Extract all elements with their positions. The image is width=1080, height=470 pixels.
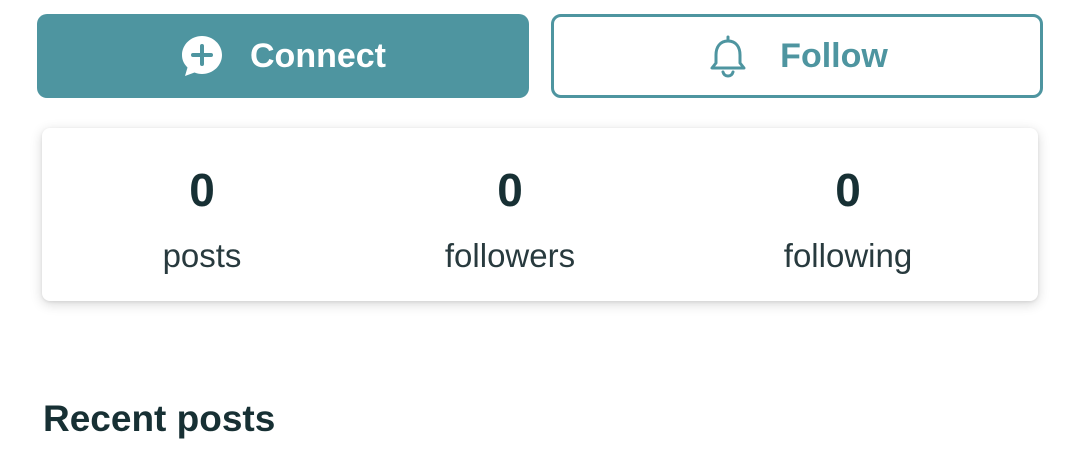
followers-count: 0	[497, 164, 523, 216]
following-label: following	[783, 237, 913, 274]
connect-button[interactable]: Connect	[37, 14, 529, 98]
posts-label: posts	[162, 237, 242, 274]
profile-stats-card: 0 posts 0 followers 0 following	[42, 128, 1038, 301]
posts-count: 0	[189, 164, 215, 216]
stat-followers[interactable]: 0 followers	[380, 128, 640, 301]
following-count: 0	[835, 164, 861, 216]
followers-label: followers	[444, 237, 576, 274]
bell-icon	[706, 34, 750, 78]
recent-posts-heading: Recent posts	[43, 398, 276, 439]
follow-button-label: Follow	[780, 36, 888, 75]
connect-button-label: Connect	[250, 36, 386, 75]
stat-following[interactable]: 0 following	[718, 128, 978, 301]
follow-button[interactable]: Follow	[551, 14, 1043, 98]
stat-posts[interactable]: 0 posts	[72, 128, 332, 301]
chat-plus-icon	[180, 34, 224, 78]
